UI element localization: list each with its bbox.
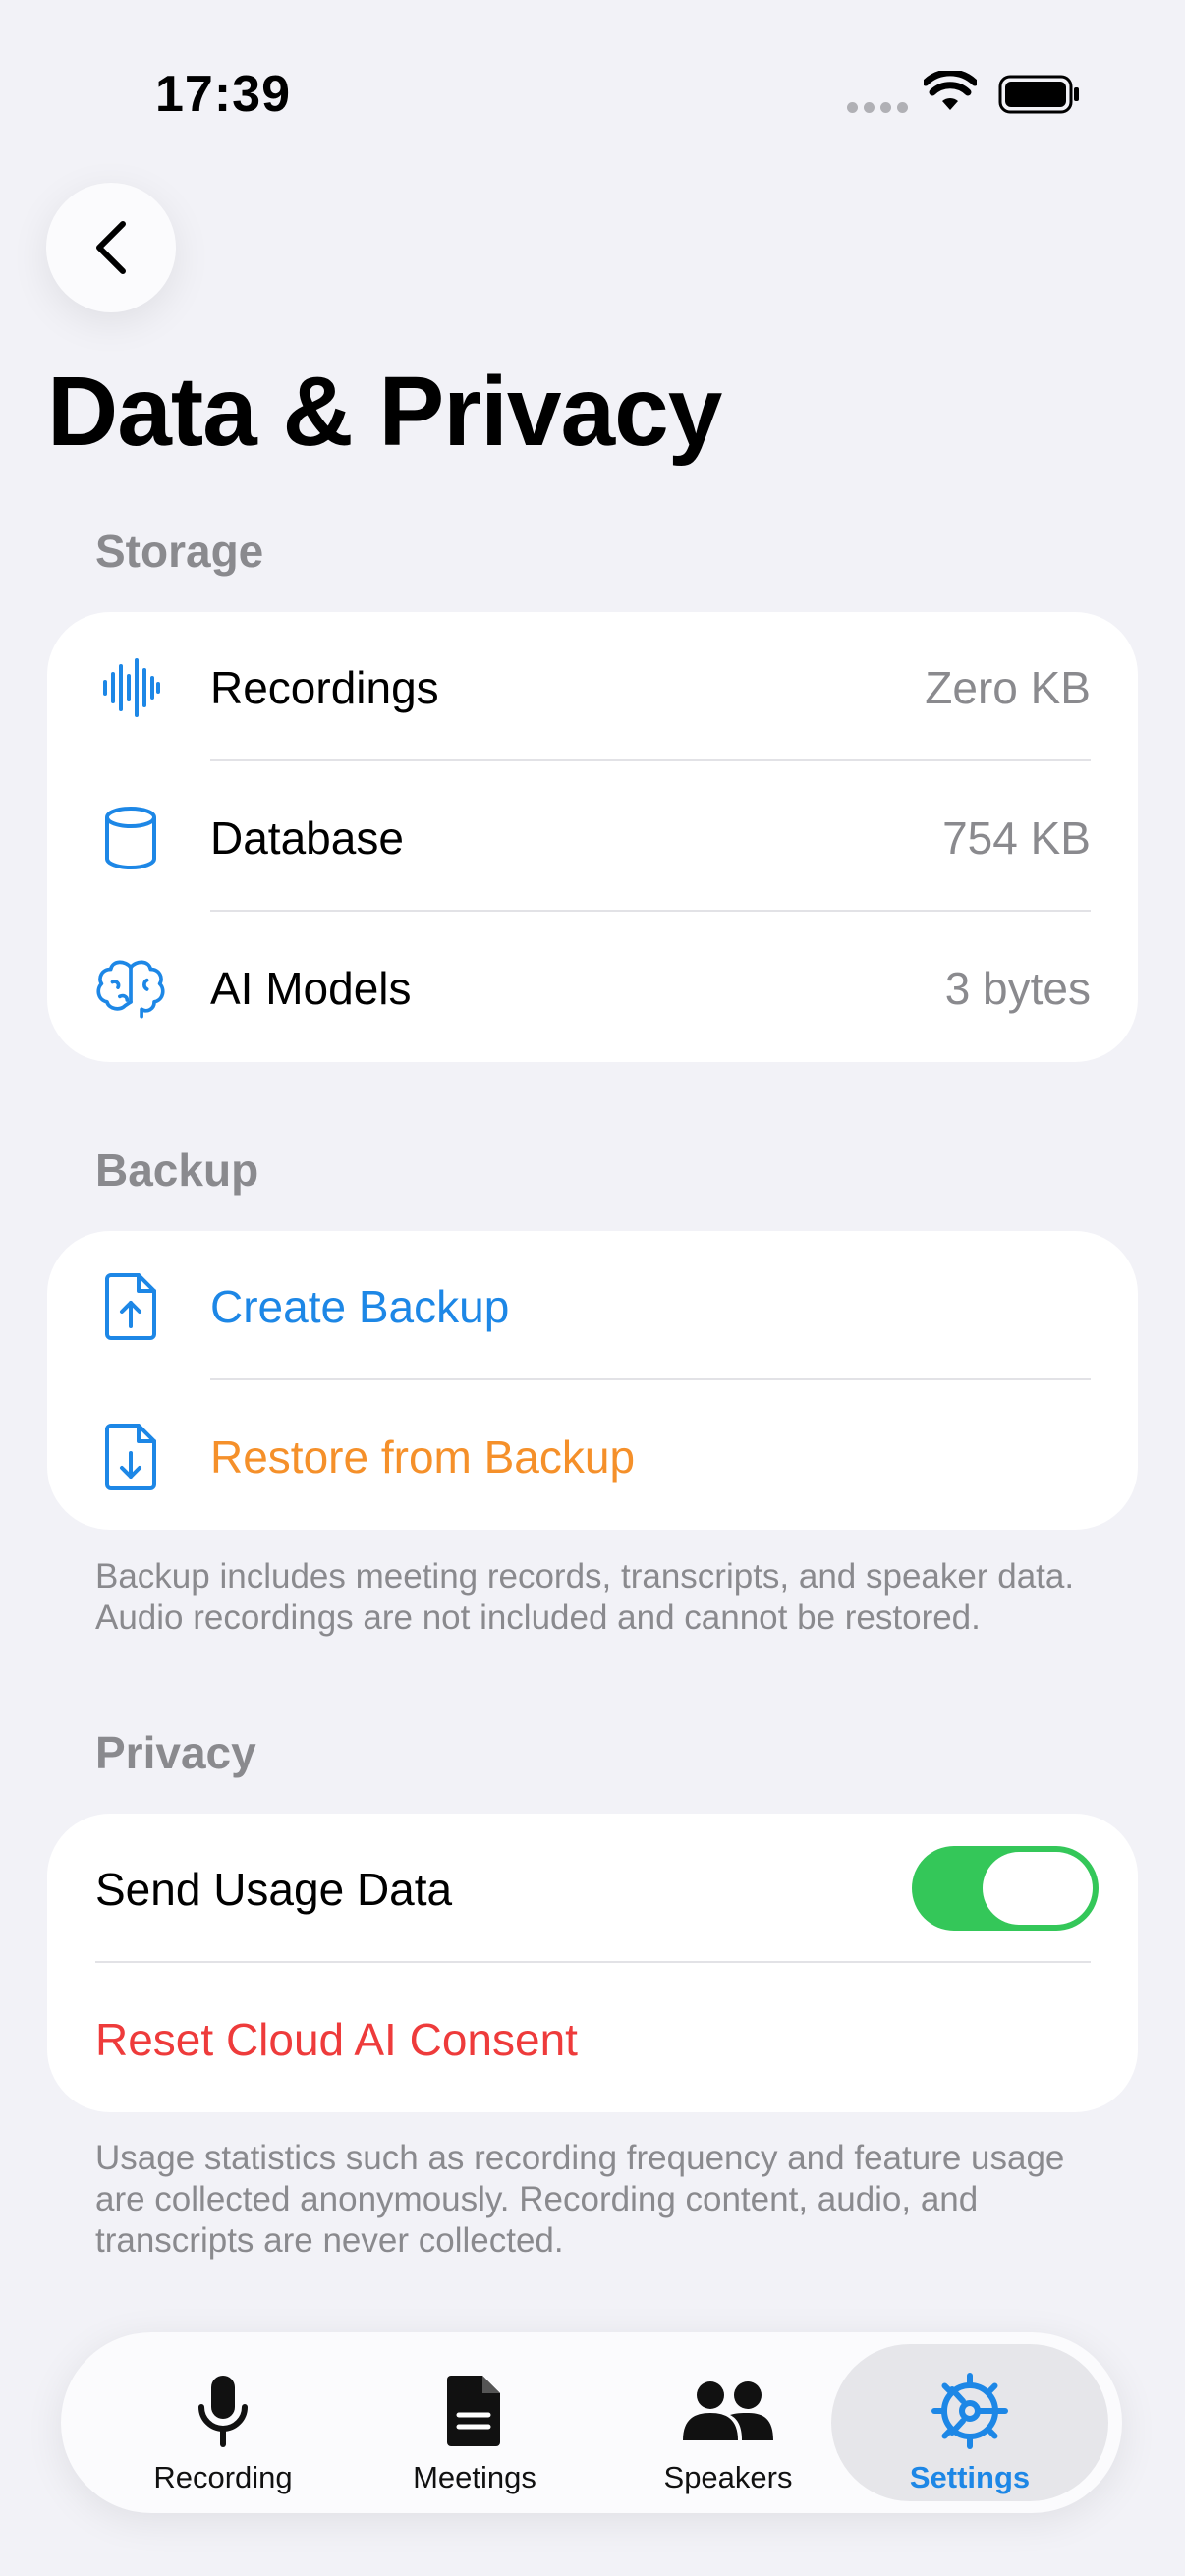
tab-meetings[interactable]: Meetings — [336, 2344, 613, 2501]
divider — [210, 1378, 1091, 1380]
send-usage-row: Send Usage Data — [47, 1814, 1138, 1964]
ai-models-value: 3 bytes — [944, 963, 1091, 1014]
status-time: 17:39 — [155, 66, 291, 123]
back-button[interactable] — [46, 183, 176, 312]
backup-card: Create Backup Restore from Backup — [47, 1231, 1138, 1530]
page-title: Data & Privacy — [47, 357, 722, 467]
reset-consent-label: Reset Cloud AI Consent — [95, 2014, 578, 2065]
recordings-value: Zero KB — [925, 662, 1091, 713]
tab-settings-label: Settings — [909, 2460, 1031, 2494]
database-icon — [94, 802, 167, 874]
battery-icon — [998, 75, 1079, 114]
brain-icon — [94, 952, 167, 1025]
ai-models-label: AI Models — [210, 963, 412, 1014]
storage-row-recordings: Recordings Zero KB — [47, 612, 1138, 762]
divider — [95, 1961, 1091, 1963]
storage-section-header: Storage — [95, 526, 264, 577]
document-icon — [445, 2372, 504, 2450]
tab-meetings-label: Meetings — [413, 2460, 536, 2494]
reset-consent-button[interactable]: Reset Cloud AI Consent — [47, 1964, 1138, 2114]
database-value: 754 KB — [942, 812, 1091, 864]
recordings-label: Recordings — [210, 662, 439, 713]
status-bar: 17:39 — [0, 0, 1185, 147]
tab-bar: Recording Meetings Speakers Settings — [61, 2332, 1122, 2513]
restore-backup-label: Restore from Backup — [210, 1431, 636, 1483]
signal-dots-icon — [847, 102, 908, 113]
wifi-icon — [924, 71, 977, 110]
storage-row-database: Database 754 KB — [47, 762, 1138, 913]
tab-settings[interactable]: Settings — [831, 2344, 1108, 2501]
send-usage-toggle[interactable] — [912, 1846, 1099, 1931]
tab-speakers-label: Speakers — [663, 2460, 793, 2494]
send-usage-label: Send Usage Data — [95, 1864, 453, 1915]
divider — [210, 910, 1091, 912]
tab-recording-label: Recording — [153, 2460, 293, 2494]
privacy-section-header: Privacy — [95, 1727, 256, 1778]
privacy-footnote: Usage statistics such as recording frequ… — [95, 2139, 1065, 2260]
tab-recording[interactable]: Recording — [85, 2344, 362, 2501]
database-label: Database — [210, 812, 404, 864]
toggle-knob — [983, 1852, 1093, 1925]
create-backup-label: Create Backup — [210, 1281, 510, 1332]
storage-row-ai-models: AI Models 3 bytes — [47, 913, 1138, 1063]
backup-section-header: Backup — [95, 1145, 259, 1196]
restore-backup-button[interactable]: Restore from Backup — [47, 1381, 1138, 1532]
privacy-card: Send Usage Data Reset Cloud AI Consent — [47, 1814, 1138, 2112]
chevron-left-icon — [96, 221, 126, 274]
microphone-icon — [196, 2372, 251, 2450]
tab-speakers[interactable]: Speakers — [590, 2344, 867, 2501]
gear-icon — [931, 2372, 1009, 2450]
backup-footnote: Backup includes meeting records, transcr… — [95, 1557, 1075, 1637]
waveform-icon — [94, 651, 167, 724]
people-icon — [681, 2372, 775, 2450]
storage-card: Recordings Zero KB Database 754 KB AI Mo… — [47, 612, 1138, 1062]
document-upload-icon — [94, 1270, 167, 1343]
document-download-icon — [94, 1421, 167, 1493]
create-backup-button[interactable]: Create Backup — [47, 1231, 1138, 1381]
divider — [210, 759, 1091, 761]
